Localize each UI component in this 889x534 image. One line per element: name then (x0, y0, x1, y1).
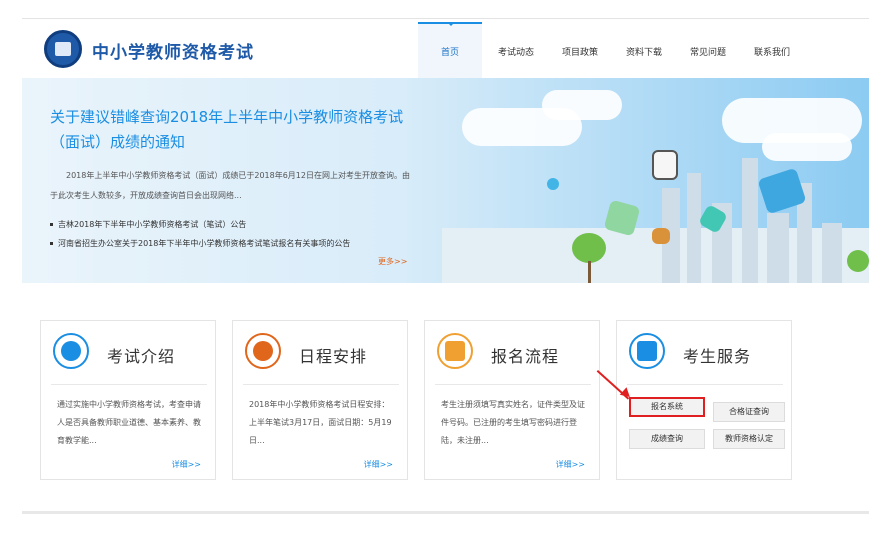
tree-trunk (588, 261, 591, 283)
nav-home[interactable]: 首页 (418, 22, 482, 78)
nav-downloads[interactable]: 资料下载 (612, 22, 676, 78)
more-news-link[interactable]: 更多>> (378, 256, 407, 267)
qualification-recognition-button[interactable]: 教师资格认定 (713, 429, 785, 449)
score-query-button[interactable]: 成绩查询 (629, 429, 705, 449)
card-header: 报名流程 (425, 321, 601, 386)
news-item[interactable]: 河南省招生办公室关于2018年下半年中小学教师资格考试笔试报名有关事项的公告 (50, 234, 420, 253)
logo-emblem-icon[interactable] (44, 30, 82, 68)
divider (435, 384, 591, 385)
nav-contact[interactable]: 联系我们 (740, 22, 804, 78)
headline-news-link[interactable]: 关于建议错峰查询2018年上半年中小学教师资格考试（面试）成绩的通知 (50, 105, 410, 155)
book-cube-icon (652, 150, 678, 180)
card-title[interactable]: 日程安排 (299, 343, 367, 367)
headline-summary: 2018年上半年中小学教师资格考试（面试）成绩已于2018年6月12日在网上对考… (50, 171, 410, 200)
main-nav: 首页 考试动态 项目政策 资料下载 常见问题 联系我们 (418, 22, 804, 78)
cloud-decoration (542, 90, 622, 120)
tree-decoration (572, 233, 606, 263)
building (767, 213, 789, 283)
news-item-label: 吉林2018年下半年中小学教师资格考试（笔试）公告 (58, 220, 247, 229)
card-registration-process: 报名流程 考生注册须填写真实姓名，证件类型及证件号码。已注册的考生填写密码进行登… (424, 320, 600, 480)
card-title[interactable]: 考生服务 (683, 343, 751, 367)
card-exam-intro: 考试介绍 通过实施中小学教师资格考试，考查申请人是否具备教师职业道德、基本素养、… (40, 320, 216, 480)
building (687, 173, 701, 283)
card-header: 日程安排 (233, 321, 409, 386)
bullet-icon (50, 242, 53, 245)
building (742, 158, 758, 283)
nav-faq[interactable]: 常见问题 (676, 22, 740, 78)
certificate-query-button[interactable]: 合格证查询 (713, 402, 785, 422)
form-icon (437, 333, 473, 369)
registration-system-button[interactable]: 报名系统 (629, 397, 705, 417)
details-link[interactable]: 详细>> (364, 459, 393, 470)
card-candidate-services: 考生服务 报名系统 合格证查询 成绩查询 教师资格认定 (616, 320, 792, 480)
id-card-icon (629, 333, 665, 369)
small-blue-cube-icon (544, 175, 562, 193)
orange-cube-icon (652, 228, 670, 244)
card-description: 2018年中小学教师资格考试日程安排：上半年笔试3月17日，面试日期：5月19日… (249, 400, 392, 445)
edit-document-icon (53, 333, 89, 369)
card-header: 考生服务 (617, 321, 793, 386)
divider (627, 384, 783, 385)
card-schedule: 日程安排 2018年中小学教师资格考试日程安排：上半年笔试3月17日，面试日期：… (232, 320, 408, 480)
details-link[interactable]: 详细>> (556, 459, 585, 470)
details-link[interactable]: 详细>> (172, 459, 201, 470)
card-description: 通过实施中小学教师资格考试，考查申请人是否具备教师职业道德、基本素养、教育教学能… (57, 400, 201, 445)
site-title[interactable]: 中小学教师资格考试 (92, 38, 254, 63)
bottom-divider (22, 511, 869, 514)
divider (51, 384, 207, 385)
card-title[interactable]: 考试介绍 (107, 343, 175, 367)
tree-decoration (847, 250, 869, 272)
card-description: 考生注册须填写真实姓名，证件类型及证件号码。已注册的考生填写密码进行登陆，未注册… (441, 400, 585, 445)
building (822, 223, 842, 283)
nav-policies[interactable]: 项目政策 (548, 22, 612, 78)
card-title[interactable]: 报名流程 (491, 343, 559, 367)
news-item[interactable]: 吉林2018年下半年中小学教师资格考试（笔试）公告 (50, 215, 420, 234)
divider (243, 384, 399, 385)
check-mark-icon (245, 333, 281, 369)
news-list: 吉林2018年下半年中小学教师资格考试（笔试）公告 河南省招生办公室关于2018… (50, 215, 420, 253)
top-divider (22, 18, 869, 19)
cloud-decoration (762, 133, 852, 161)
bullet-icon (50, 223, 53, 226)
site-header: 中小学教师资格考试 首页 考试动态 项目政策 资料下载 常见问题 联系我们 (0, 0, 889, 78)
nav-exam-news[interactable]: 考试动态 (484, 22, 548, 78)
card-header: 考试介绍 (41, 321, 217, 386)
news-item-label: 河南省招生办公室关于2018年下半年中小学教师资格考试笔试报名有关事项的公告 (58, 239, 351, 248)
